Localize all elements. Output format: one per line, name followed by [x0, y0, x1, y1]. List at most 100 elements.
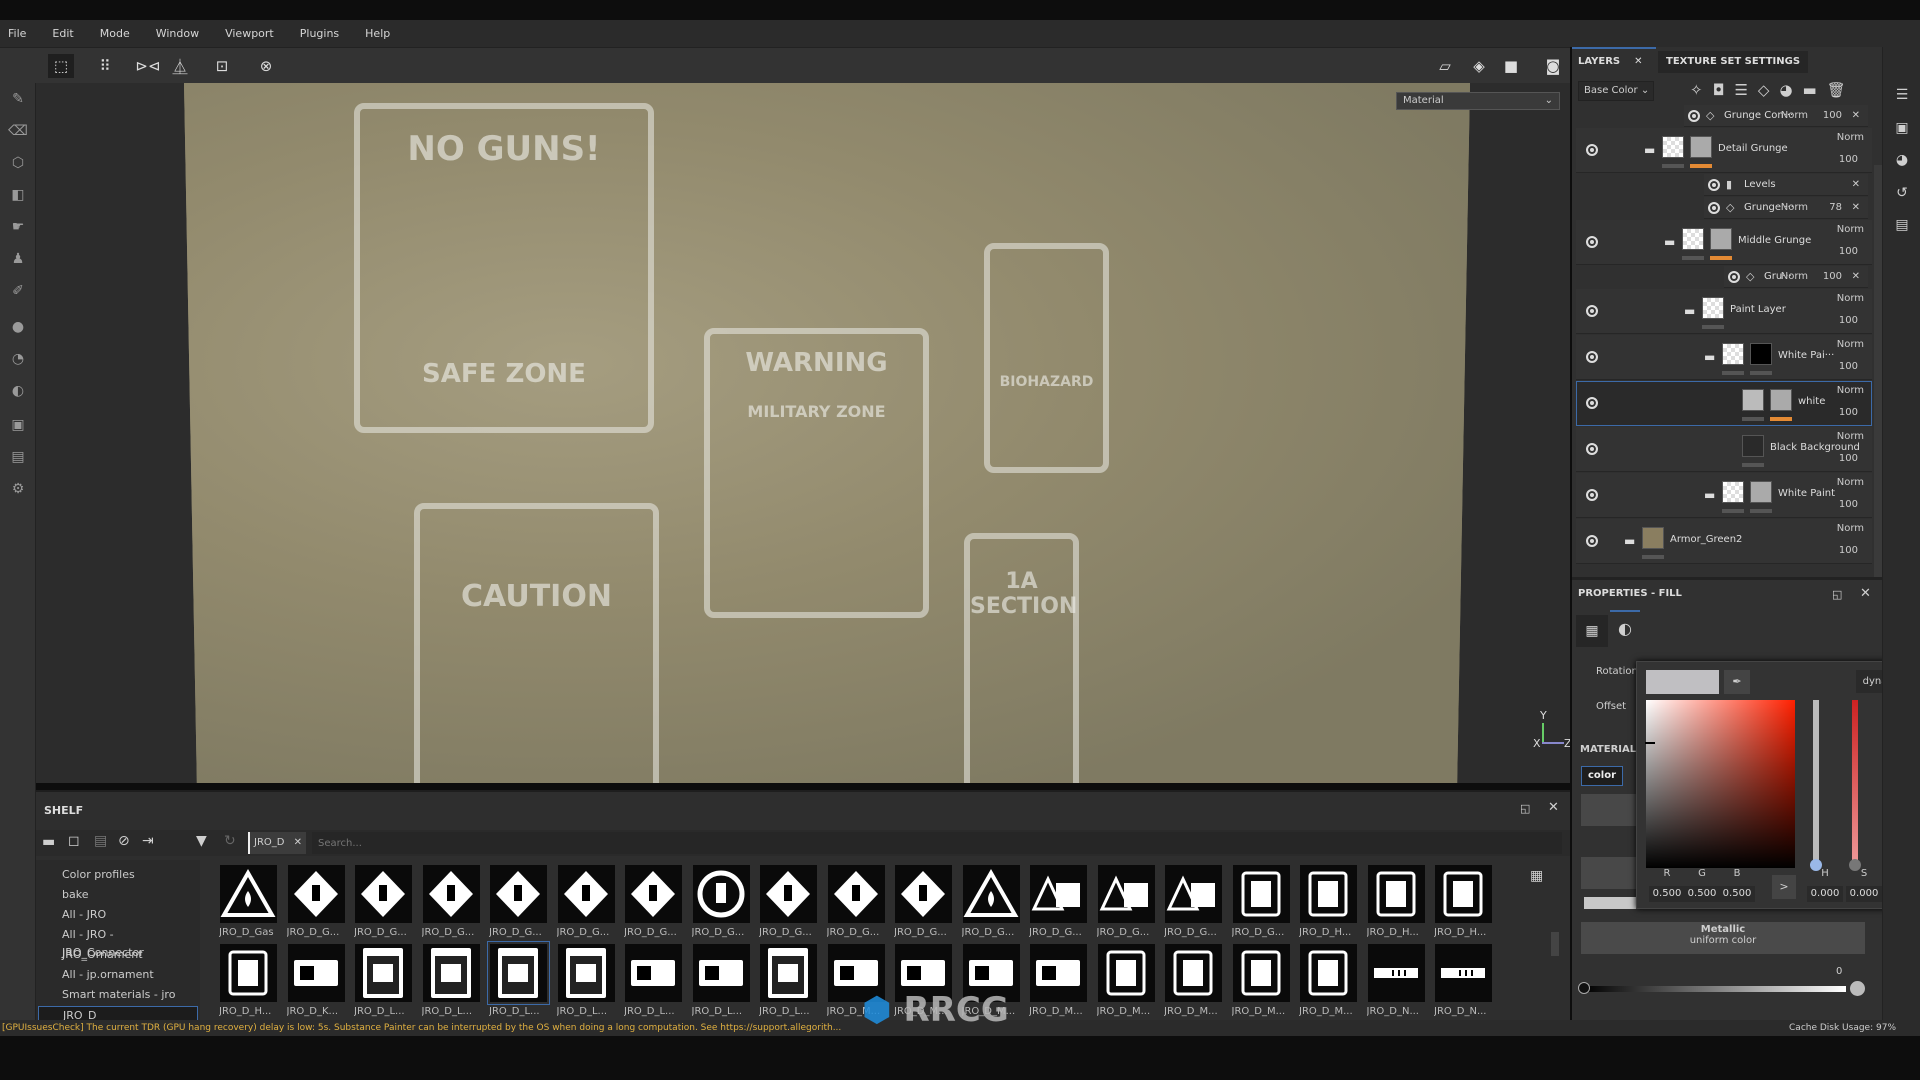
filter-tag[interactable]: JRO_D ✕: [248, 832, 306, 854]
shelf-item-label[interactable]: JRO_D_G...: [1029, 927, 1093, 938]
close-icon[interactable]: ✕: [1634, 56, 1642, 67]
shelf-item-thumbnail[interactable]: [625, 944, 682, 1002]
visibility-eye-icon[interactable]: [1586, 535, 1598, 547]
shelf-item-thumbnail[interactable]: [895, 865, 952, 923]
shelf-item-label[interactable]: JRO_D_M...: [1164, 1006, 1228, 1017]
shelf-folder-item[interactable]: All - JRO - JRO_Connector: [62, 926, 196, 959]
eyedropper-icon[interactable]: ✒: [1724, 670, 1750, 694]
shelf-item-label[interactable]: JRO_D_G...: [1232, 927, 1296, 938]
history-icon[interactable]: ↺: [1893, 185, 1911, 203]
shelf-item-label[interactable]: JRO_D_Gas: [219, 927, 283, 938]
opacity-field[interactable]: 100: [1823, 110, 1842, 121]
screenshot-icon[interactable]: ◙: [1540, 54, 1566, 78]
shelf-item-thumbnail[interactable]: [422, 944, 480, 1002]
shelf-item-label[interactable]: JRO_D_N...: [1367, 1006, 1431, 1017]
shelf-item-label[interactable]: JRO_D_G...: [894, 927, 958, 938]
layer-row[interactable]: ◇ Gru··· Norm 100 ✕: [1724, 266, 1868, 288]
shelf-item-label[interactable]: JRO_D_G...: [287, 927, 351, 938]
shelf-item-label[interactable]: JRO_D_G...: [354, 927, 418, 938]
opacity-field[interactable]: 100: [1839, 246, 1858, 257]
opacity-field[interactable]: 100: [1839, 407, 1858, 418]
shelf-item-thumbnail[interactable]: [1232, 865, 1290, 923]
shelf-scrollbar[interactable]: [1551, 932, 1559, 956]
saturation-slider[interactable]: [1852, 700, 1858, 866]
visibility-eye-icon[interactable]: [1586, 443, 1598, 455]
opacity-field[interactable]: 100: [1839, 453, 1858, 464]
shelf-item-label[interactable]: JRO_D_L...: [422, 1006, 486, 1017]
import-icon[interactable]: ⇥: [142, 833, 154, 849]
layer-row[interactable]: ◇ Grunge Con··· Norm 100 ✕: [1684, 105, 1868, 127]
add-effect-icon[interactable]: ◕: [1779, 81, 1802, 99]
add-layer-icon[interactable]: ☰: [1734, 81, 1757, 99]
new-file-icon[interactable]: ◻: [68, 833, 80, 849]
random-icon[interactable]: [1850, 981, 1865, 996]
shelf-folder-item[interactable]: All - JRO: [62, 906, 196, 924]
hue-slider[interactable]: [1813, 700, 1819, 866]
shelf-item-label[interactable]: JRO_D_M...: [1029, 1006, 1093, 1017]
remove-effect-icon[interactable]: ✕: [1852, 202, 1860, 213]
channel-dropdown[interactable]: Base Color ⌄: [1578, 81, 1654, 101]
shelf-item-thumbnail[interactable]: [692, 944, 750, 1002]
shelf-item-thumbnail[interactable]: [490, 865, 547, 923]
shelf-item-thumbnail[interactable]: [1030, 865, 1087, 923]
menu-window[interactable]: Window: [156, 27, 199, 40]
close-icon[interactable]: ✕: [1860, 586, 1871, 601]
slider-handle[interactable]: [1578, 982, 1590, 994]
channel-value-field[interactable]: 0.500: [1649, 886, 1685, 902]
blend-mode-dropdown[interactable]: Norm: [1837, 224, 1864, 235]
opacity-field[interactable]: 100: [1839, 361, 1858, 372]
shelf-item-label[interactable]: JRO_D_G...: [422, 927, 486, 938]
magic-wand-icon[interactable]: ✧: [1690, 81, 1713, 99]
visibility-eye-icon[interactable]: [1708, 179, 1720, 191]
layer-name[interactable]: Middle Grunge: [1738, 235, 1811, 246]
hide-icon[interactable]: ⊘: [118, 833, 130, 849]
eraser-icon[interactable]: ⌫: [8, 123, 28, 143]
channel-slot[interactable]: [1581, 857, 1641, 889]
layer-name[interactable]: white: [1798, 396, 1825, 407]
shelf-item-label[interactable]: JRO_D_L...: [624, 1006, 688, 1017]
shelf-item-thumbnail[interactable]: [760, 865, 817, 923]
shelf-item-thumbnail[interactable]: [1030, 944, 1087, 1002]
grid-icon[interactable]: ⠿: [92, 54, 118, 78]
shelf-item-thumbnail[interactable]: [760, 944, 817, 1002]
blend-mode-dropdown[interactable]: Norm: [1837, 385, 1864, 396]
settings-icon[interactable]: ◐: [8, 383, 28, 403]
layer-name[interactable]: Armor_Green2: [1670, 534, 1742, 545]
visibility-eye-icon[interactable]: [1708, 202, 1720, 214]
layer-row[interactable]: ▬ Armor_Green2 Norm 100: [1576, 519, 1872, 564]
frame-icon[interactable]: ⊡: [209, 54, 235, 78]
mask-thumbnail[interactable]: [1690, 136, 1712, 158]
folder-icon[interactable]: ▬: [42, 834, 55, 850]
shelf-item-thumbnail[interactable]: [827, 865, 885, 923]
mask-thumbnail[interactable]: [1710, 228, 1732, 250]
shelf-item-thumbnail[interactable]: [355, 865, 412, 923]
layer-row[interactable]: ▬ Detail Grunge Norm 100: [1576, 128, 1872, 173]
clone-icon[interactable]: ♟: [8, 251, 28, 271]
blend-mode-dropdown[interactable]: Norm: [1837, 523, 1864, 534]
shelf-item-thumbnail[interactable]: [1165, 865, 1222, 923]
bell-icon[interactable]: ◔: [8, 351, 28, 371]
reset-icon[interactable]: ⊗: [253, 54, 279, 78]
visibility-eye-icon[interactable]: [1586, 144, 1598, 156]
layer-row[interactable]: Black Background Norm 100: [1576, 427, 1872, 472]
layer-name[interactable]: Black Background: [1770, 442, 1860, 453]
blend-mode-dropdown[interactable]: Norm: [1781, 202, 1808, 213]
shelf-item-label[interactable]: JRO_D_K...: [287, 1006, 351, 1017]
saturation-value-area[interactable]: [1646, 700, 1795, 868]
shelf-item-label[interactable]: JRO_D_G...: [692, 927, 756, 938]
tab-texture-set-settings[interactable]: TEXTURE SET SETTINGS: [1658, 51, 1809, 73]
shelf-item-thumbnail[interactable]: [1300, 865, 1357, 923]
refresh-icon[interactable]: ↻: [224, 833, 236, 849]
shelf-item-thumbnail[interactable]: [1232, 944, 1290, 1002]
opacity-field[interactable]: 78: [1829, 202, 1842, 213]
layer-name[interactable]: White Paint: [1778, 488, 1835, 499]
menu-viewport[interactable]: Viewport: [225, 27, 274, 40]
blend-mode-dropdown[interactable]: Norm: [1837, 431, 1864, 442]
shelf-item-thumbnail[interactable]: [220, 944, 277, 1002]
3d-viewport[interactable]: NO GUNS! SAFE ZONE WARNING MILITARY ZONE B…: [36, 83, 1570, 783]
log-icon[interactable]: ▤: [1893, 217, 1911, 235]
menu-plugins[interactable]: Plugins: [300, 27, 339, 40]
shelf-item-label[interactable]: JRO_D_H...: [1299, 927, 1363, 938]
close-icon[interactable]: ✕: [1548, 800, 1559, 815]
channel-value-field[interactable]: 0.000: [1807, 886, 1843, 902]
